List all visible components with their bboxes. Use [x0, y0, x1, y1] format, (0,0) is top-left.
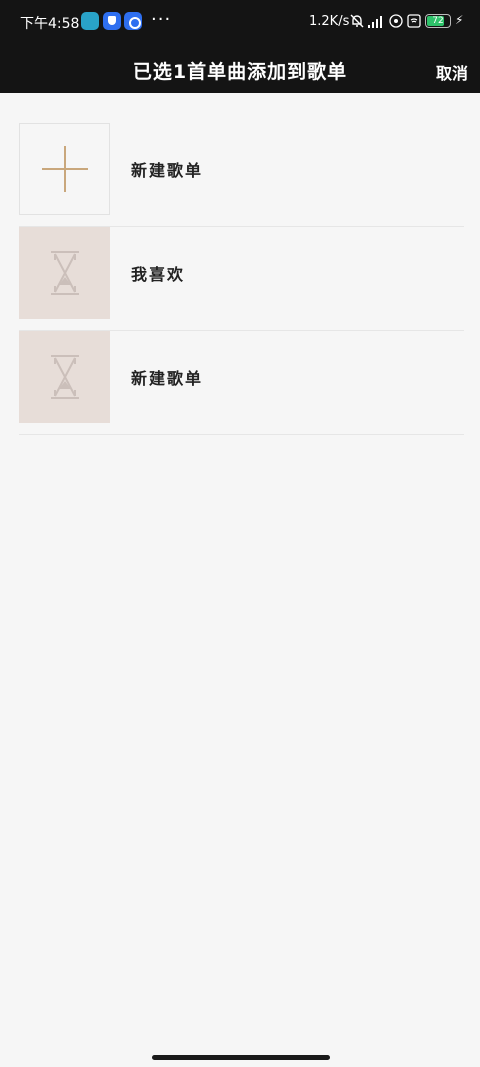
hourglass-icon [51, 251, 79, 295]
more-notifications-icon: ··· [151, 9, 172, 30]
hotspot-icon [389, 14, 403, 32]
network-speed: 1.2K/s [309, 14, 350, 29]
new-playlist-item[interactable]: 新建歌单 [19, 123, 464, 227]
divider [19, 434, 464, 435]
home-indicator[interactable] [152, 1055, 330, 1060]
signal-strength-icon [368, 15, 382, 28]
shield-app-icon [103, 12, 121, 30]
status-bar: 下午4:58 ··· 1.2K/s 72 ⚡ [0, 0, 480, 44]
browser-app-icon [124, 12, 142, 30]
status-time: 下午4:58 [20, 16, 80, 32]
playlist-label: 我喜欢 [131, 265, 186, 284]
mute-bell-icon [350, 14, 364, 32]
playlist-cover [19, 331, 110, 423]
hourglass-icon [51, 355, 79, 399]
cancel-button[interactable]: 取消 [436, 60, 468, 84]
battery-icon: 72 [425, 14, 451, 28]
playlist-item-new[interactable]: 新建歌单 [19, 331, 464, 435]
page-title: 已选1首单曲添加到歌单 [132, 61, 348, 83]
title-bar: 已选1首单曲添加到歌单 取消 [0, 44, 480, 93]
calendar-app-icon [81, 12, 99, 30]
charging-icon: ⚡ [455, 13, 464, 27]
battery-level: 72 [432, 16, 444, 26]
wifi-icon [407, 14, 421, 32]
playlist-cover [19, 227, 110, 319]
new-playlist-cover [19, 123, 110, 215]
playlist-item-favorites[interactable]: 我喜欢 [19, 227, 464, 331]
plus-icon [42, 146, 88, 192]
playlist-label: 新建歌单 [131, 161, 204, 180]
playlist-label: 新建歌单 [131, 369, 204, 388]
